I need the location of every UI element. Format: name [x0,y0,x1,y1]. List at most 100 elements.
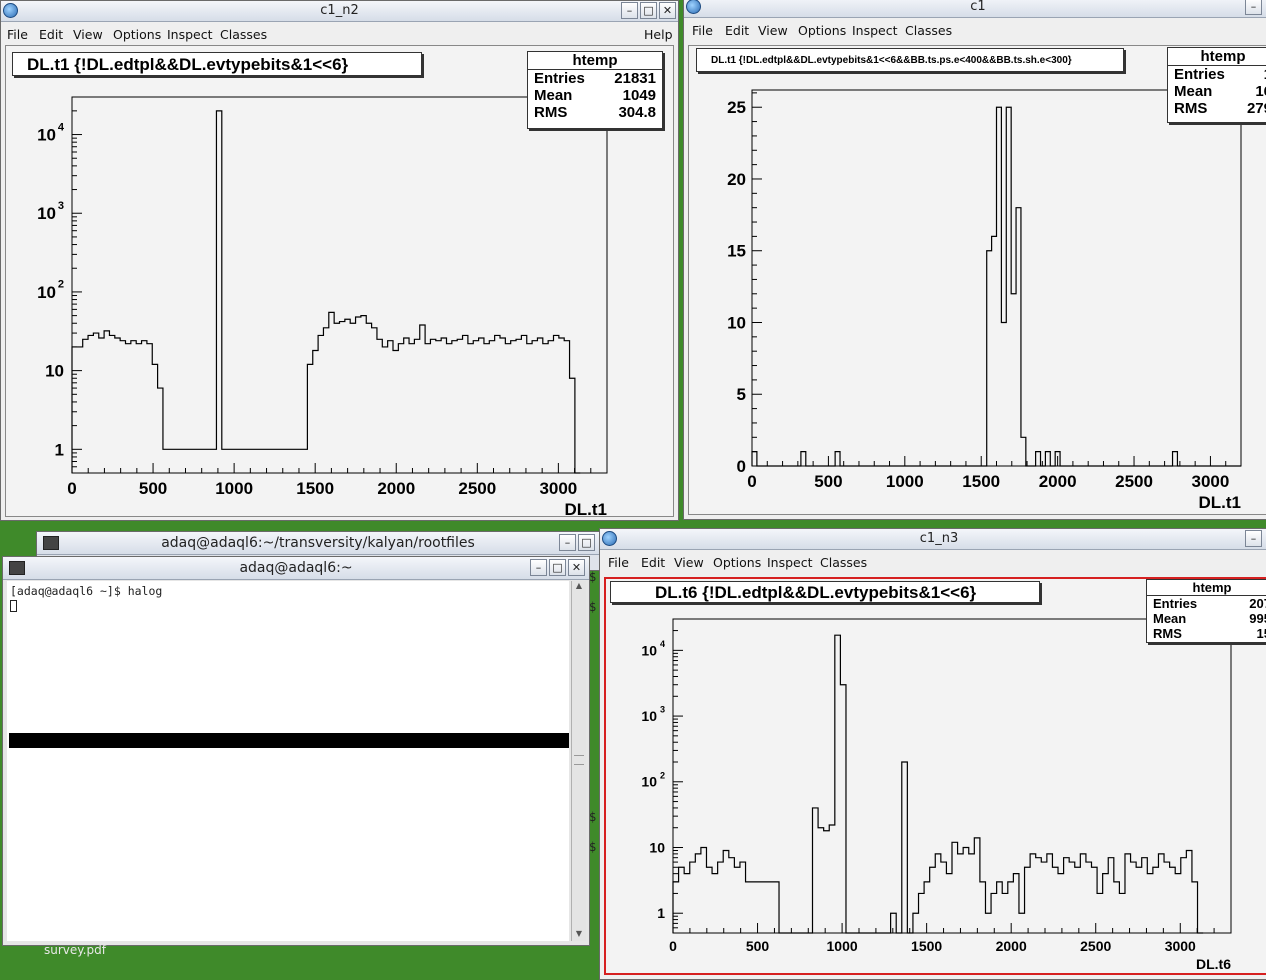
menu-inspect[interactable]: Inspect [167,27,213,42]
x-tick-label: 3000 [1192,472,1230,491]
stats-rms-value: 304.8 [618,104,656,121]
window-title: c1 [970,0,986,14]
histogram-title: DL.t6 {!DL.edtpl&&DL.evtypebits&1<<6} [610,581,1040,603]
x-tick-label: 500 [746,938,770,954]
y-tick-label: 15 [727,242,746,261]
histogram-series [672,634,1204,934]
window-title: adaq@adaql6:~/transversity/kalyan/rootfi… [161,535,475,551]
menu-help[interactable]: Help [644,27,673,42]
histogram-title: DL.t1 {!DL.edtpl&&DL.evtypebits&1<<6} [12,52,422,76]
x-tick-label: 1500 [911,938,942,954]
y-tick-label: 10 [37,204,56,223]
minimize-icon[interactable]: – [621,2,638,19]
stats-mean-value: 1049 [622,87,656,104]
plot-canvas[interactable]: 0 500 1000 1500 2000 2500 3000 DL.t6 1 10 10 2 10 3 10… [604,577,1266,975]
histogram-series [71,110,581,474]
menu-edit[interactable]: Edit [641,555,665,570]
window-titlebar[interactable]: adaq@adaql6:~/transversity/kalyan/rootfi… [37,532,599,555]
y-tick-label: 5 [737,385,746,404]
terminal-output[interactable]: [adaq@adaql6 ~]$ halog [7,581,569,941]
x-tick-label: 3000 [539,479,577,498]
stats-rms-value: 279 [1246,100,1266,117]
maximize-icon[interactable]: □ [578,534,595,551]
menu-bar: File Edit View Options Inspect Classes [600,550,1266,572]
menu-classes[interactable]: Classes [820,555,867,570]
desktop-file-label[interactable]: survey.pdf [44,943,106,957]
y-tick-label: 1 [657,905,665,921]
histogram-title: DL.t1 {!DL.edtpl&&DL.evtypebits&1<<6&&BB… [696,48,1124,72]
maximize-icon[interactable]: □ [549,559,566,576]
minimize-icon[interactable]: – [559,534,576,551]
terminal-edge-char: $ [589,840,597,854]
x-tick-label: 2000 [377,479,415,498]
close-icon[interactable]: ✕ [568,559,585,576]
menu-file[interactable]: File [608,555,629,570]
y-tick-label: 10 [45,362,64,381]
y-tick-label: 10 [649,839,665,855]
y-tick-label: 10 [727,313,746,332]
window-titlebar[interactable]: c1_n2 – □ ✕ [1,1,678,22]
y-tick-label: 10 [641,708,657,724]
stats-rms-label: RMS [534,104,568,121]
stats-box: htemp Entries 207 Mean 995 RMS 15 [1146,579,1266,643]
x-tick-label: 1000 [886,472,924,491]
y-tick-exponent: 2 [58,279,64,291]
minimize-icon[interactable]: – [1245,0,1262,15]
window-c1-n3: c1_n3 – File Edit View Options Inspect C… [599,528,1266,980]
terminal-scrollbar[interactable]: ▲ ▼ [571,581,586,941]
window-title: c1_n3 [919,531,959,546]
scroll-down-icon[interactable]: ▼ [572,929,586,941]
scroll-grip-icon[interactable] [574,755,584,765]
stats-mean-label: Mean [534,87,573,104]
menu-inspect[interactable]: Inspect [852,23,898,38]
menu-view[interactable]: View [758,23,788,38]
window-titlebar[interactable]: adaq@adaql6:~ – □ ✕ [3,557,589,580]
menu-options[interactable]: Options [798,23,846,38]
window-title: c1_n2 [320,3,359,18]
menu-bar: File Edit View Options Inspect Classes H… [1,22,678,44]
menu-view[interactable]: View [674,555,704,570]
menu-file[interactable]: File [7,27,28,42]
terminal-black-bar [9,733,569,748]
y-tick-exponent: 3 [58,200,64,212]
x-tick-label: 0 [747,472,756,491]
window-c1: c1 – File Edit View Options Inspect Clas… [683,0,1266,520]
close-icon[interactable]: ✕ [659,2,676,19]
y-tick-label: 25 [727,98,746,117]
y-tick-label: 10 [37,125,56,144]
x-tick-label: 3000 [1165,938,1196,954]
x-axis-label: DL.t1 [1199,493,1242,512]
stats-rms-value: 15 [1256,626,1266,641]
menu-edit[interactable]: Edit [39,27,63,42]
y-tick-exponent: 3 [660,705,665,715]
histogram-series [751,106,1241,467]
menu-edit[interactable]: Edit [725,23,749,38]
stats-rms-label: RMS [1174,100,1208,117]
stats-mean-value: 16 [1255,83,1266,100]
window-titlebar[interactable]: c1 – [684,0,1266,18]
stats-entries-value: 207 [1249,596,1266,611]
stats-entries-label: Entries [534,70,585,87]
y-tick-label: 10 [641,642,657,658]
window-titlebar[interactable]: c1_n3 – [600,529,1266,550]
menu-options[interactable]: Options [113,27,161,42]
menu-classes[interactable]: Classes [220,27,267,42]
maximize-icon[interactable]: □ [640,2,657,19]
menu-file[interactable]: File [692,23,713,38]
menu-view[interactable]: View [73,27,103,42]
plot-canvas[interactable]: 0 500 1000 1500 2000 2500 3000 DL.t1 1 10 10 2 10 3 10… [5,45,674,517]
y-tick-exponent: 4 [58,121,65,133]
stats-mean-value: 995 [1249,611,1266,626]
window-title: adaq@adaql6:~ [239,560,353,576]
menu-inspect[interactable]: Inspect [767,555,813,570]
x-tick-label: 1500 [962,472,1000,491]
scroll-up-icon[interactable]: ▲ [572,581,586,593]
menu-options[interactable]: Options [713,555,761,570]
minimize-icon[interactable]: – [1245,530,1262,547]
terminal-edge-char: $ [589,810,597,824]
y-tick-label: 1 [55,440,64,459]
plot-canvas[interactable]: 0 500 1000 1500 2000 2500 3000 DL.t1 0 5 10 15 20 25 … [688,45,1266,515]
minimize-icon[interactable]: – [530,559,547,576]
menu-classes[interactable]: Classes [905,23,952,38]
x-tick-label: 2000 [996,938,1027,954]
